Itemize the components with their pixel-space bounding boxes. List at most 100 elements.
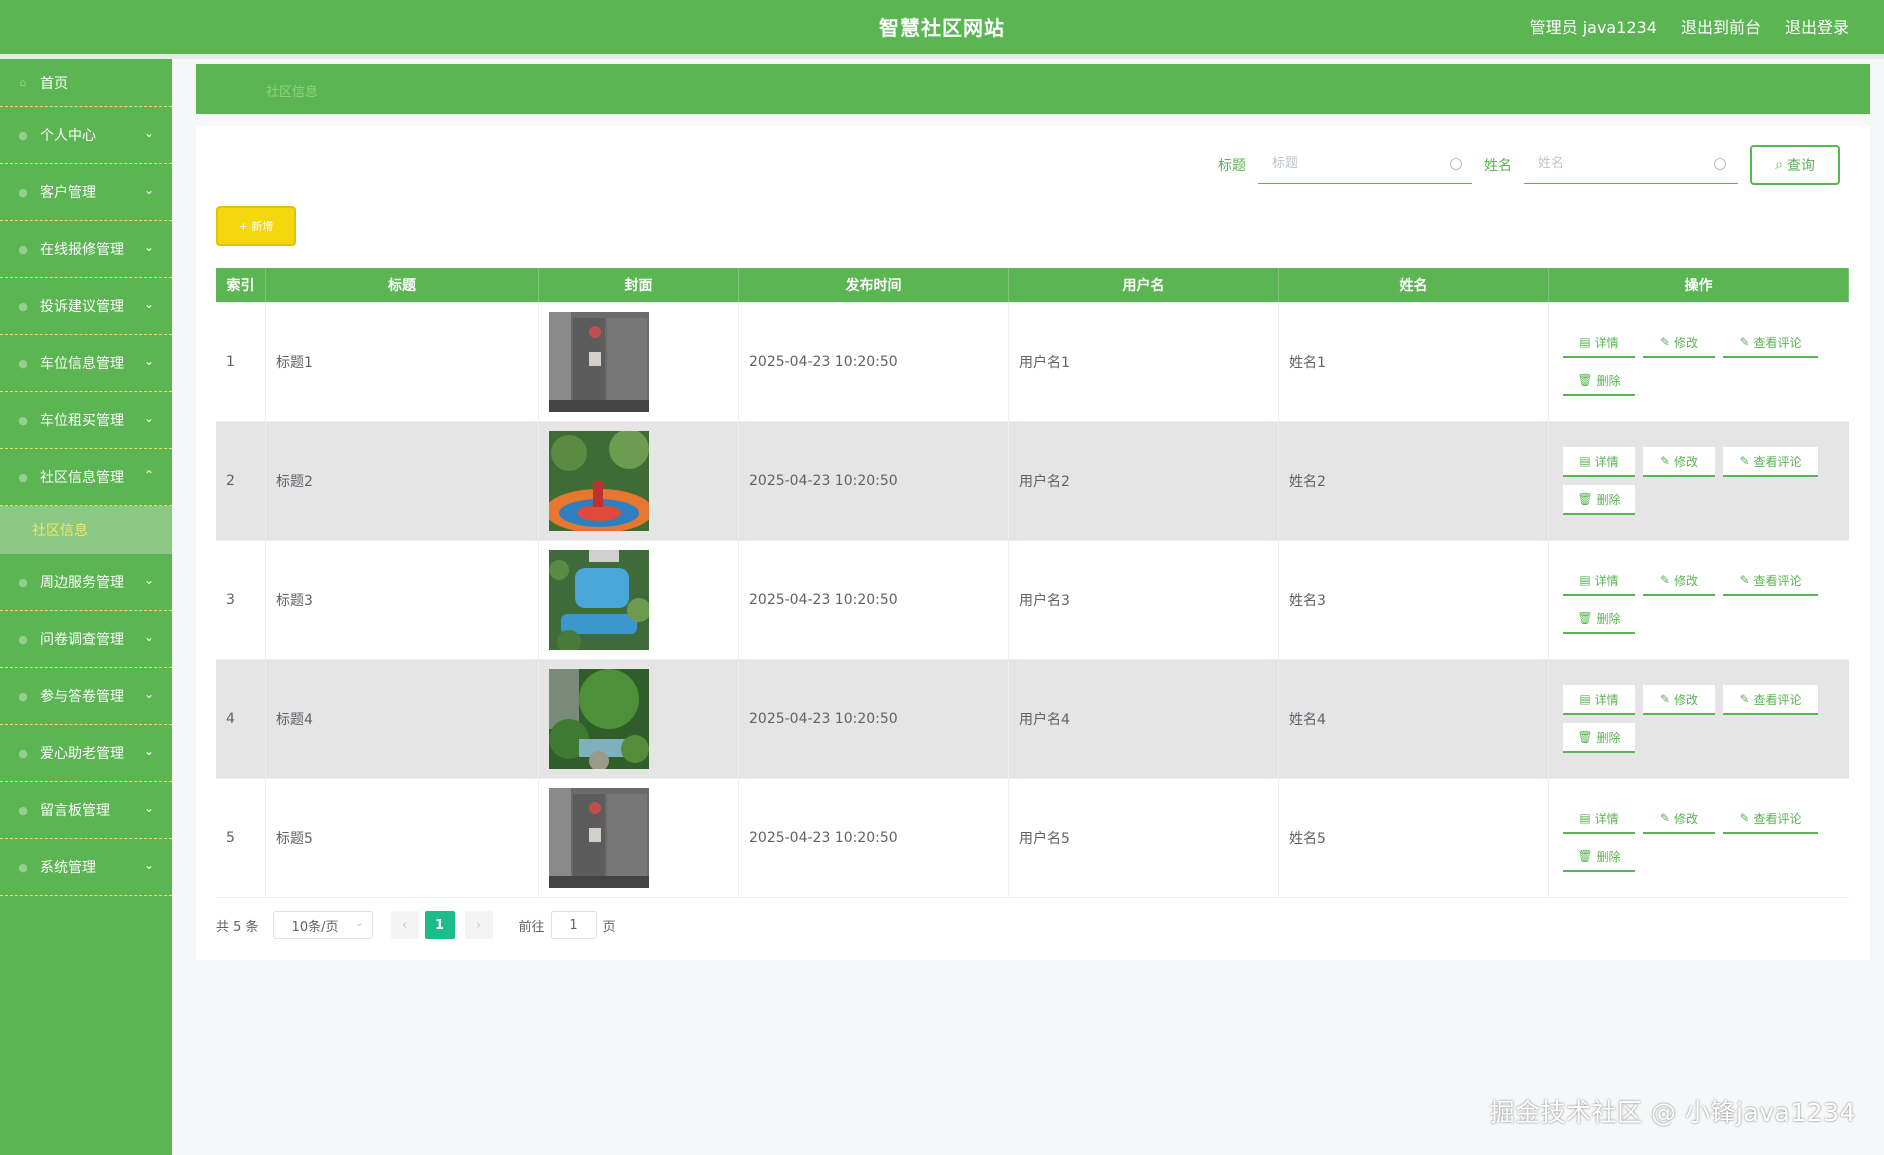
pencil-icon: ✎ xyxy=(1659,692,1671,706)
delete-button[interactable]: 🗑 删除 xyxy=(1563,366,1635,396)
sidebar-item-label: 系统管理 xyxy=(40,860,96,876)
trash-icon: 🗑 xyxy=(1577,373,1593,387)
sidebar-item-parking-rent[interactable]: ● 车位租买管理 ⌄ xyxy=(0,392,172,449)
view-comments-button[interactable]: ✎ 查看评论 xyxy=(1723,328,1818,358)
next-page-button[interactable]: › xyxy=(464,911,493,939)
add-button[interactable]: + 新增 xyxy=(216,206,296,246)
prev-page-button[interactable]: ‹ xyxy=(390,911,419,939)
query-button-label: 查询 xyxy=(1786,158,1815,174)
table-row: 3 标题3 2025-04-23 10:20:50 用户名3 姓名3 ▤ 详情 ✎ 修改 ✎ 查看评… xyxy=(216,541,1849,660)
detail-button[interactable]: ▤ 详情 xyxy=(1563,447,1635,477)
chevron-down-icon: ⌄ xyxy=(143,801,154,815)
view-comments-button[interactable]: ✎ 查看评论 xyxy=(1723,804,1818,834)
cell-actions: ▤ 详情 ✎ 修改 ✎ 查看评论 🗑 删除 xyxy=(1549,779,1849,897)
trash-icon: 🗑 xyxy=(1577,611,1593,625)
edit-button[interactable]: ✎ 修改 xyxy=(1643,566,1715,596)
chevron-down-icon: ⌄ xyxy=(143,240,154,254)
table-row: 5 标题5 2025-04-23 10:20:50 用户名5 姓名5 ▤ 详情 ✎ 修改 ✎ 查看评… xyxy=(216,779,1849,898)
header-actions: 操作 xyxy=(1549,268,1849,302)
table-row: 1 标题1 2025-04-23 10:20:50 用户名1 姓名1 ▤ 详情 ✎ 修改 ✎ 查看评… xyxy=(216,303,1849,422)
cell-username: 用户名4 xyxy=(1009,660,1279,778)
sidebar-item-complaints[interactable]: ● 投诉建议管理 ⌄ xyxy=(0,278,172,335)
view-comments-button-label: 查看评论 xyxy=(1753,811,1802,826)
edit-button[interactable]: ✎ 修改 xyxy=(1643,328,1715,358)
detail-button[interactable]: ▤ 详情 xyxy=(1563,566,1635,596)
total-count: 共 5 条 xyxy=(216,919,259,935)
delete-button[interactable]: 🗑 删除 xyxy=(1563,485,1635,515)
cell-username: 用户名2 xyxy=(1009,422,1279,540)
delete-button[interactable]: 🗑 删除 xyxy=(1563,723,1635,753)
admin-label: 管理员 java1234 xyxy=(1529,18,1657,37)
cell-index: 4 xyxy=(216,660,266,778)
pencil-icon: ✎ xyxy=(1659,454,1671,468)
detail-button[interactable]: ▤ 详情 xyxy=(1563,685,1635,715)
cell-cover xyxy=(539,541,739,659)
cell-index: 1 xyxy=(216,303,266,421)
pencil-icon: ✎ xyxy=(1739,454,1750,468)
view-comments-button[interactable]: ✎ 查看评论 xyxy=(1723,447,1818,477)
chevron-down-icon: ⌄ xyxy=(143,630,154,644)
sidebar-item-community-info[interactable]: ● 社区信息管理 ⌃ xyxy=(0,449,172,506)
query-button[interactable]: ⌕ 查询 xyxy=(1750,145,1840,185)
detail-button[interactable]: ▤ 详情 xyxy=(1563,804,1635,834)
document-icon: ▤ xyxy=(1579,692,1591,706)
chevron-down-icon: ⌄ xyxy=(143,687,154,701)
delete-button-label: 删除 xyxy=(1596,373,1621,388)
search-icon xyxy=(1450,158,1462,170)
sidebar-item-surveys[interactable]: ● 问卷调查管理 ⌄ xyxy=(0,611,172,668)
cell-actions: ▤ 详情 ✎ 修改 ✎ 查看评论 🗑 删除 xyxy=(1549,660,1849,778)
detail-button-label: 详情 xyxy=(1594,454,1619,469)
sidebar-item-customers[interactable]: ● 客户管理 ⌄ xyxy=(0,164,172,221)
cell-actions: ▤ 详情 ✎ 修改 ✎ 查看评论 🗑 删除 xyxy=(1549,303,1849,421)
sidebar-item-label: 爱心助老管理 xyxy=(40,746,124,762)
document-icon: ▤ xyxy=(1579,811,1591,825)
goto-suffix: 页 xyxy=(602,919,616,935)
edit-button-label: 修改 xyxy=(1674,454,1699,469)
view-comments-button[interactable]: ✎ 查看评论 xyxy=(1723,566,1818,596)
page-number-current[interactable]: 1 xyxy=(424,911,455,939)
pencil-icon: ✎ xyxy=(1659,573,1671,587)
cell-username: 用户名3 xyxy=(1009,541,1279,659)
detail-button[interactable]: ▤ 详情 xyxy=(1563,328,1635,358)
sidebar-item-repairs[interactable]: ● 在线报修管理 ⌄ xyxy=(0,221,172,278)
sidebar-item-message-board[interactable]: ● 留言板管理 ⌄ xyxy=(0,782,172,839)
back-to-front-link[interactable]: 退出到前台 xyxy=(1681,14,1761,38)
sidebar-item-label: 客户管理 xyxy=(40,185,96,201)
cover-image[interactable] xyxy=(549,550,649,650)
pencil-icon: ✎ xyxy=(1739,692,1750,706)
cover-image[interactable] xyxy=(549,788,649,888)
title-search-input[interactable] xyxy=(1258,144,1472,184)
edit-button[interactable]: ✎ 修改 xyxy=(1643,685,1715,715)
name-search-input[interactable] xyxy=(1524,144,1738,184)
sidebar-item-parking-info[interactable]: ● 车位信息管理 ⌄ xyxy=(0,335,172,392)
view-comments-button[interactable]: ✎ 查看评论 xyxy=(1723,685,1818,715)
elderly-icon: ● xyxy=(18,746,28,760)
sidebar-item-nearby-services[interactable]: ● 周边服务管理 ⌄ xyxy=(0,554,172,611)
chevron-down-icon: ⌄ xyxy=(143,744,154,758)
sidebar-item-elderly-care[interactable]: ● 爱心助老管理 ⌄ xyxy=(0,725,172,782)
sidebar-item-system[interactable]: ● 系统管理 ⌄ xyxy=(0,839,172,896)
delete-button[interactable]: 🗑 删除 xyxy=(1563,842,1635,872)
cell-title: 标题4 xyxy=(266,660,539,778)
pencil-icon: ✎ xyxy=(1659,335,1671,349)
goto-page-input[interactable] xyxy=(550,911,597,939)
cell-cover xyxy=(539,660,739,778)
delete-button[interactable]: 🗑 删除 xyxy=(1563,604,1635,634)
delete-button-label: 删除 xyxy=(1596,730,1621,745)
cover-image[interactable] xyxy=(549,312,649,412)
sidebar-item-home[interactable]: ⌂ 首页 xyxy=(0,59,172,107)
logout-link[interactable]: 退出登录 xyxy=(1785,14,1849,38)
edit-button[interactable]: ✎ 修改 xyxy=(1643,447,1715,477)
search-icon xyxy=(1714,158,1726,170)
sidebar-subitem-community-info[interactable]: 社区信息 xyxy=(0,506,172,554)
page-size-select[interactable]: 10条/页 ⌄ xyxy=(272,911,373,939)
view-comments-button-label: 查看评论 xyxy=(1753,692,1802,707)
chevron-down-icon: ⌄ xyxy=(143,858,154,872)
edit-button[interactable]: ✎ 修改 xyxy=(1643,804,1715,834)
sidebar-item-answers[interactable]: ● 参与答卷管理 ⌄ xyxy=(0,668,172,725)
document-icon: ▤ xyxy=(1579,335,1591,349)
cover-image[interactable] xyxy=(549,669,649,769)
answer-icon: ● xyxy=(18,689,28,703)
sidebar-item-personal-center[interactable]: ● 个人中心 ⌄ xyxy=(0,107,172,164)
cover-image[interactable] xyxy=(549,431,649,531)
